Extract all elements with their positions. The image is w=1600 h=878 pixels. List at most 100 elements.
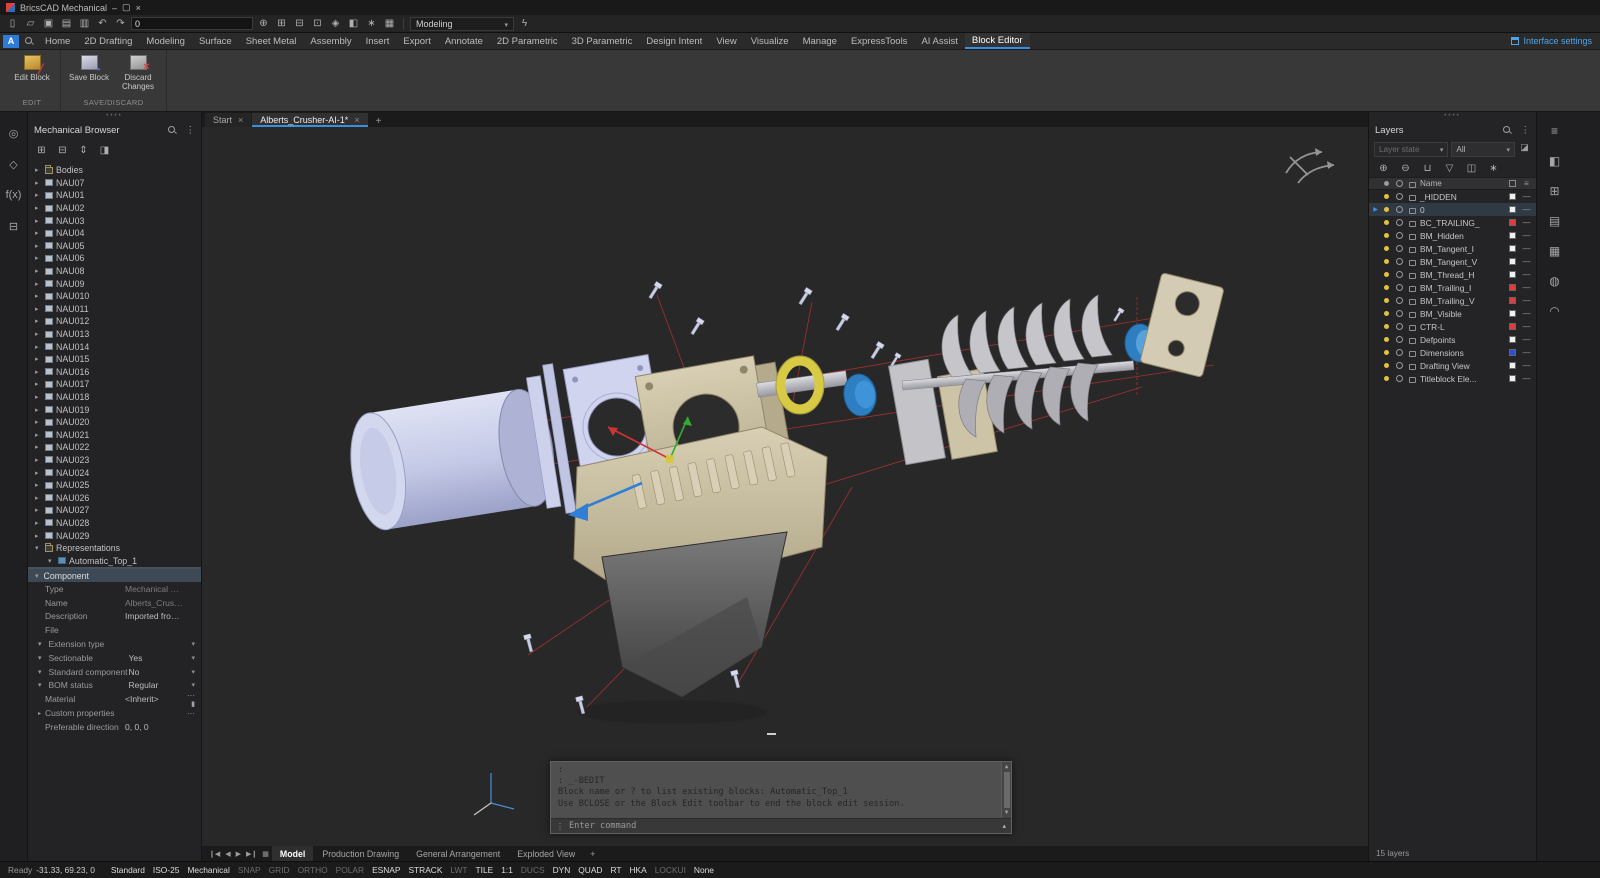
layer-linetype[interactable]: — <box>1519 244 1534 253</box>
layer-row[interactable]: Dimensions — <box>1369 346 1536 359</box>
layer-color-swatch[interactable] <box>1509 258 1516 265</box>
search-icon[interactable] <box>166 124 178 136</box>
property-row[interactable]: Standard component No <box>28 665 201 679</box>
ribbon-tab[interactable]: Export <box>396 33 437 49</box>
tree-expander-icon[interactable] <box>35 393 42 401</box>
open-file-icon[interactable]: ▱ <box>23 17 38 31</box>
tree-item[interactable]: Automatic_Top_1 <box>28 554 201 567</box>
tree-expander-icon[interactable] <box>35 506 42 514</box>
qat-command-field[interactable] <box>131 17 253 30</box>
layer-row[interactable]: BM_Thread_H — <box>1369 268 1536 281</box>
command-scrollbar[interactable]: ▲ ▼ <box>1001 762 1011 818</box>
cursor-settings-icon[interactable]: ⊕ <box>256 17 271 31</box>
layer-name[interactable]: BM_Tangent_I <box>1419 244 1506 254</box>
layout-list-icon[interactable]: ▦ <box>260 846 271 861</box>
settings-icon[interactable]: ∗ <box>364 17 379 31</box>
layer-color-swatch[interactable] <box>1509 375 1516 382</box>
property-row[interactable]: Material <Inherit> <box>28 692 201 706</box>
tree-expander-icon[interactable] <box>35 267 42 275</box>
status-toggle[interactable]: STRACK <box>404 865 446 875</box>
property-row[interactable]: Preferable direction 0, 0, 0 <box>28 720 201 734</box>
tree-item[interactable]: NAU019 <box>28 403 201 416</box>
undo-icon[interactable]: ↶ <box>95 17 110 31</box>
close-icon[interactable] <box>238 115 243 125</box>
layer-filter-edit-icon[interactable]: ◪ <box>1518 142 1531 157</box>
property-control-icon[interactable] <box>183 654 195 662</box>
status-toggle[interactable]: GRID <box>265 865 294 875</box>
status-toggle[interactable]: LWT <box>446 865 471 875</box>
panel-drag-handle[interactable]: •••• <box>1369 112 1536 120</box>
layer-freeze-icon[interactable] <box>1393 271 1406 278</box>
tree-expander-icon[interactable] <box>35 166 42 174</box>
status-toggle[interactable]: TILE <box>472 865 498 875</box>
status-toggle[interactable]: LOCKUI <box>651 865 690 875</box>
layer-freeze-icon[interactable] <box>1393 258 1406 265</box>
layer-on-icon[interactable] <box>1380 337 1393 342</box>
tree-item[interactable]: NAU012 <box>28 315 201 328</box>
component-section-header[interactable]: Component <box>28 569 201 582</box>
scrollbar-thumb[interactable] <box>1003 771 1010 809</box>
layer-freeze-icon[interactable] <box>1393 375 1406 382</box>
tree-expander-icon[interactable] <box>35 343 42 351</box>
tree-item[interactable]: NAU026 <box>28 491 201 504</box>
layer-settings-icon[interactable]: ∗ <box>1486 161 1501 175</box>
layer-freeze-icon[interactable] <box>1393 323 1406 330</box>
tree-expander-icon[interactable] <box>35 544 42 552</box>
layer-name[interactable]: BC_TRAILING_ <box>1419 218 1506 228</box>
layer-on-icon[interactable] <box>1380 363 1393 368</box>
structure-icon[interactable]: ⊟ <box>6 219 21 233</box>
status-toggle[interactable]: -31.33, 69.23, 0 <box>32 865 99 875</box>
sheets-panel-icon[interactable]: ▦ <box>1547 244 1562 258</box>
scroll-down-icon[interactable]: ▼ <box>1005 809 1009 817</box>
freeze-column-icon[interactable] <box>1393 180 1406 187</box>
layer-name[interactable]: BM_Tangent_V <box>1419 257 1506 267</box>
tree-item[interactable]: NAU021 <box>28 428 201 441</box>
layer-lock-icon[interactable] <box>1406 362 1419 370</box>
layer-color-swatch[interactable] <box>1509 323 1516 330</box>
tree-item[interactable]: NAU020 <box>28 416 201 429</box>
status-toggle[interactable]: ORTHO <box>294 865 332 875</box>
layer-name[interactable]: Drafting View <box>1419 361 1506 371</box>
status-toggle[interactable]: None <box>690 865 718 875</box>
layer-lock-icon[interactable] <box>1406 349 1419 357</box>
property-value[interactable]: <Inherit> <box>125 694 183 704</box>
layer-row[interactable]: BM_Trailing_I — <box>1369 281 1536 294</box>
layer-on-icon[interactable] <box>1380 246 1393 251</box>
layer-freeze-icon[interactable] <box>1393 206 1406 213</box>
layer-linetype[interactable]: — <box>1519 335 1534 344</box>
save-as-icon[interactable]: ▤ <box>59 17 74 31</box>
layer-row[interactable]: Defpoints — <box>1369 333 1536 346</box>
layer-freeze-icon[interactable] <box>1393 349 1406 356</box>
tree-expander-icon[interactable] <box>35 242 42 250</box>
property-value[interactable]: No <box>129 667 183 677</box>
tree-item[interactable]: NAU024 <box>28 466 201 479</box>
layer-color-swatch[interactable] <box>1509 193 1516 200</box>
status-toggle[interactable]: Mechanical <box>183 865 233 875</box>
property-control-icon[interactable] <box>183 709 195 718</box>
view-icon[interactable]: ◈ <box>328 17 343 31</box>
tree-item[interactable]: NAU023 <box>28 454 201 467</box>
layer-row[interactable]: BM_Visible — <box>1369 307 1536 320</box>
layer-row[interactable]: 0 — <box>1369 203 1536 216</box>
property-row[interactable]: File <box>28 623 201 637</box>
model-viewport[interactable]: :: _-BEDIT Block name or ? to list existi… <box>202 127 1368 846</box>
model-space-icon[interactable]: ◇ <box>6 157 21 171</box>
property-control-icon[interactable] <box>183 640 195 648</box>
search-icon[interactable] <box>23 35 35 47</box>
ribbon-tab[interactable]: Sheet Metal <box>239 33 304 49</box>
copy-icon[interactable]: ⊞ <box>274 17 289 31</box>
expand-tree-icon[interactable]: ⊞ <box>34 143 49 157</box>
tree-expander-icon[interactable] <box>35 292 42 300</box>
layer-lock-icon[interactable] <box>1406 206 1419 214</box>
edit-block-button[interactable]: Edit Block <box>9 53 55 98</box>
tree-expander-icon[interactable] <box>48 557 55 565</box>
app-menu-button[interactable]: A <box>3 34 19 48</box>
status-toggle[interactable]: Standard <box>107 865 149 875</box>
property-value[interactable]: Yes <box>129 653 183 663</box>
tree-expander-icon[interactable] <box>35 469 42 477</box>
layer-name[interactable]: Titleblock Ele... <box>1419 374 1506 384</box>
view-navigation-compass[interactable] <box>1278 143 1342 189</box>
property-value[interactable]: Regular <box>129 680 183 690</box>
properties-panel-icon[interactable]: ◧ <box>1547 154 1562 168</box>
layer-linetype[interactable]: — <box>1519 283 1534 292</box>
